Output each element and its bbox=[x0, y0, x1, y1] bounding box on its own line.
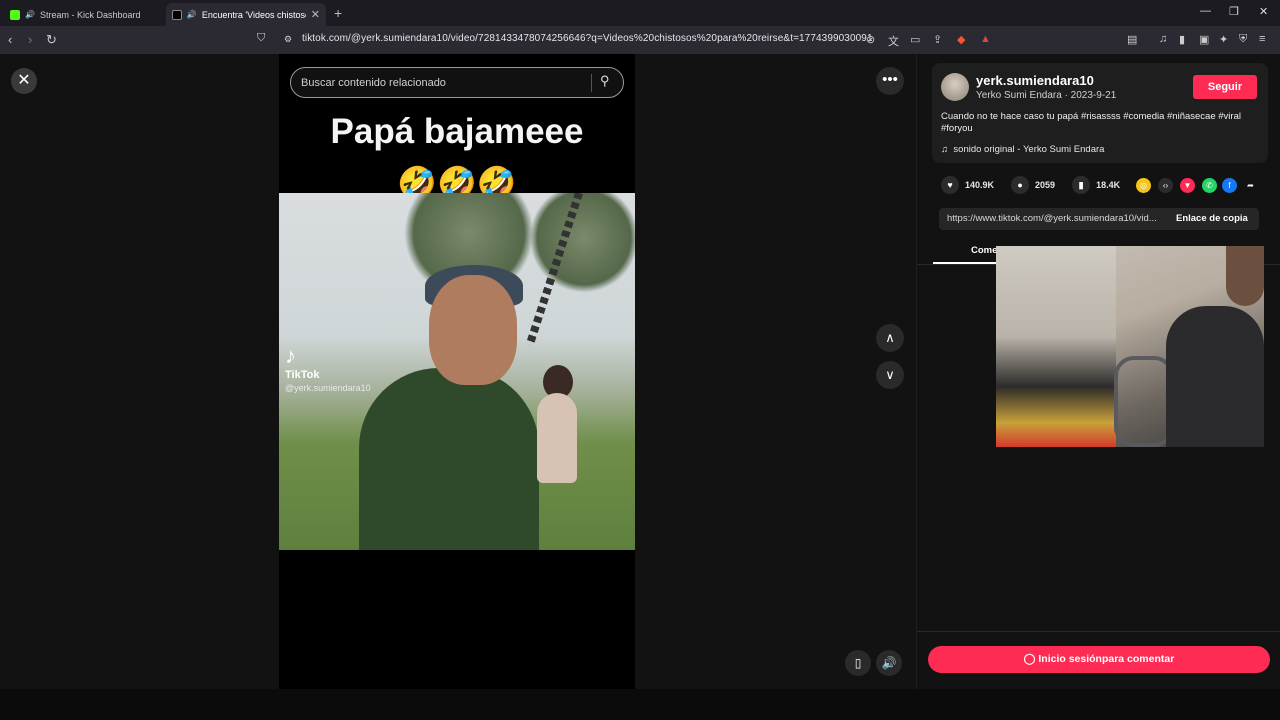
address-bar[interactable]: tiktok.com/@yerk.sumiendara10/video/7281… bbox=[302, 33, 873, 44]
tiktok-icon bbox=[172, 9, 182, 20]
rewards-icon[interactable]: ▲ bbox=[980, 33, 991, 45]
man-head bbox=[429, 275, 517, 385]
copy-link-button[interactable]: Enlace de copia bbox=[1176, 213, 1248, 224]
share-icon[interactable]: ⇪ bbox=[933, 33, 942, 46]
tab-tiktok-search[interactable]: 🔊 Encuentra 'Videos chistosos p ✕ bbox=[166, 3, 326, 26]
divider bbox=[591, 74, 592, 92]
whatsapp-icon[interactable]: ✆ bbox=[1202, 178, 1217, 193]
music-title: sonido original - Yerko Sumi Endara bbox=[953, 144, 1105, 155]
volume-button[interactable]: 🔊 bbox=[876, 650, 902, 676]
tiktok-logo-icon: ♪ bbox=[285, 343, 296, 368]
embed-icon[interactable]: ‹› bbox=[1158, 178, 1173, 193]
watermark-brand: TikTok bbox=[285, 369, 320, 381]
menu-icon[interactable]: ≡ bbox=[1259, 33, 1265, 45]
music-icon[interactable]: ♫ bbox=[1159, 33, 1167, 45]
related-search-input[interactable]: Buscar contenido relacionado ⚲ bbox=[290, 67, 624, 98]
comment-count: 2059 bbox=[1035, 180, 1056, 190]
video-link[interactable]: https://www.tiktok.com/@yerk.sumiendara1… bbox=[947, 213, 1167, 224]
author-subline: Yerko Sumi Endara · 2023-9-21 bbox=[976, 90, 1117, 101]
webcam-chair bbox=[1114, 356, 1174, 447]
maximize-button[interactable]: ❐ bbox=[1229, 5, 1239, 18]
search-placeholder: Buscar contenido relacionado bbox=[301, 77, 446, 89]
bookmark-icon: ▮ bbox=[1072, 176, 1091, 194]
music-row[interactable]: ♫ sonido original - Yerko Sumi Endara bbox=[941, 144, 1104, 155]
translate-icon[interactable]: 文 bbox=[888, 33, 899, 49]
divider bbox=[917, 631, 1280, 632]
close-video-button[interactable]: ✕ bbox=[11, 68, 37, 94]
video-caption: Papá bajameee bbox=[330, 112, 584, 151]
post-description: Cuando no te hace caso tu papá #risassss… bbox=[941, 111, 1241, 134]
webcam-head bbox=[1226, 246, 1264, 306]
author-card: yerk.sumiendara10 Yerko Sumi Endara · 20… bbox=[932, 63, 1268, 163]
save-count: 18.4K bbox=[1096, 180, 1121, 190]
tree-shape bbox=[529, 193, 635, 293]
like-stat[interactable]: ♥ 140.9K bbox=[941, 176, 994, 194]
comment-icon: ● bbox=[1011, 176, 1030, 194]
sidebar-icon[interactable]: ▤ bbox=[1127, 33, 1137, 46]
watermark-user: @yerk.sumiendara10 bbox=[285, 383, 371, 393]
speaker-icon: 🔊 bbox=[25, 10, 35, 19]
taskbar-strip bbox=[0, 689, 1280, 720]
close-window-button[interactable]: ✕ bbox=[1259, 5, 1268, 18]
comment-bubble-icon: ◯ bbox=[1023, 653, 1036, 665]
link-box: https://www.tiktok.com/@yerk.sumiendara1… bbox=[939, 208, 1259, 230]
video-player[interactable]: Buscar contenido relacionado ⚲ Papá baja… bbox=[279, 54, 635, 689]
girl-figure bbox=[537, 393, 577, 483]
avatar[interactable] bbox=[941, 73, 969, 101]
close-tab-icon[interactable]: ✕ bbox=[311, 8, 320, 21]
follow-button[interactable]: Seguir bbox=[1193, 75, 1257, 99]
comment-stat[interactable]: ● 2059 bbox=[1011, 176, 1055, 194]
login-to-comment-button[interactable]: ◯ Inicio sesiónpara comentar bbox=[928, 646, 1270, 673]
cast-icon[interactable]: ▭ bbox=[910, 33, 920, 46]
coin-icon[interactable]: ◎ bbox=[1136, 178, 1151, 193]
man-figure bbox=[359, 368, 539, 550]
forward-icon[interactable]: › bbox=[28, 32, 32, 47]
speaker-icon: 🔊 bbox=[186, 10, 197, 19]
login-label: Inicio sesiónpara comentar bbox=[1038, 653, 1175, 665]
miniplayer-button[interactable]: ▯ bbox=[845, 650, 871, 676]
engagement-stats: ♥ 140.9K ● 2059 ▮ 18.4K bbox=[941, 176, 1137, 194]
minimize-button[interactable]: — bbox=[1200, 5, 1211, 17]
browser-tab-bar: 🔊 Stream - Kick Dashboard 🔊 Encuentra 'V… bbox=[0, 0, 1280, 26]
tab-kick-dashboard[interactable]: 🔊 Stream - Kick Dashboard bbox=[4, 3, 162, 26]
leo-icon[interactable]: ✦ bbox=[1219, 33, 1228, 46]
tiktok-page: ✕ Buscar contenido relacionado ⚲ Papá ba… bbox=[0, 54, 1280, 689]
brave-shield-icon[interactable]: ◆ bbox=[957, 33, 965, 46]
search-icon[interactable]: ⚲ bbox=[600, 73, 610, 89]
back-icon[interactable]: ‹ bbox=[8, 32, 12, 47]
vpn-icon[interactable]: ⛨ bbox=[1239, 33, 1247, 46]
share-arrow-icon[interactable]: ➦ bbox=[1243, 178, 1258, 193]
tab-title: Encuentra 'Videos chistosos p bbox=[201, 9, 306, 20]
webcam-person bbox=[996, 246, 1116, 447]
video-frame[interactable]: ♪ TikTok @yerk.sumiendara10 bbox=[279, 193, 635, 550]
tiktok-watermark: ♪ TikTok @yerk.sumiendara10 bbox=[285, 343, 371, 393]
panel-icon[interactable]: ▮ bbox=[1179, 33, 1185, 46]
bookmark-icon[interactable]: ⛉ bbox=[257, 32, 265, 45]
kick-icon bbox=[10, 9, 20, 20]
previous-video-button[interactable]: ∧ bbox=[876, 324, 904, 352]
more-options-button[interactable]: ••• bbox=[876, 67, 904, 95]
facebook-icon[interactable]: f bbox=[1222, 178, 1237, 193]
author-username[interactable]: yerk.sumiendara10 bbox=[976, 73, 1094, 88]
next-video-button[interactable]: ∨ bbox=[876, 361, 904, 389]
music-note-icon: ♫ bbox=[941, 144, 949, 155]
wallet-icon[interactable]: ▣ bbox=[1199, 33, 1209, 46]
reload-icon[interactable]: ↻ bbox=[46, 32, 57, 48]
site-info-icon[interactable]: ⚙ bbox=[284, 34, 292, 45]
save-stat[interactable]: ▮ 18.4K bbox=[1072, 176, 1120, 194]
heart-icon: ♥ bbox=[941, 176, 959, 194]
send-icon[interactable]: ▼ bbox=[1180, 178, 1195, 193]
browser-nav-bar: ‹ › ↻ ⛉ ⚙ tiktok.com/@yerk.sumiendara10/… bbox=[0, 26, 1280, 54]
webcam-overlay bbox=[996, 246, 1264, 447]
new-tab-button[interactable]: + bbox=[334, 5, 342, 21]
tab-title: Stream - Kick Dashboard bbox=[39, 9, 141, 20]
reader-icon[interactable]: ⊘ bbox=[866, 33, 875, 46]
webcam-person bbox=[1166, 306, 1264, 447]
like-count: 140.9K bbox=[965, 180, 995, 190]
